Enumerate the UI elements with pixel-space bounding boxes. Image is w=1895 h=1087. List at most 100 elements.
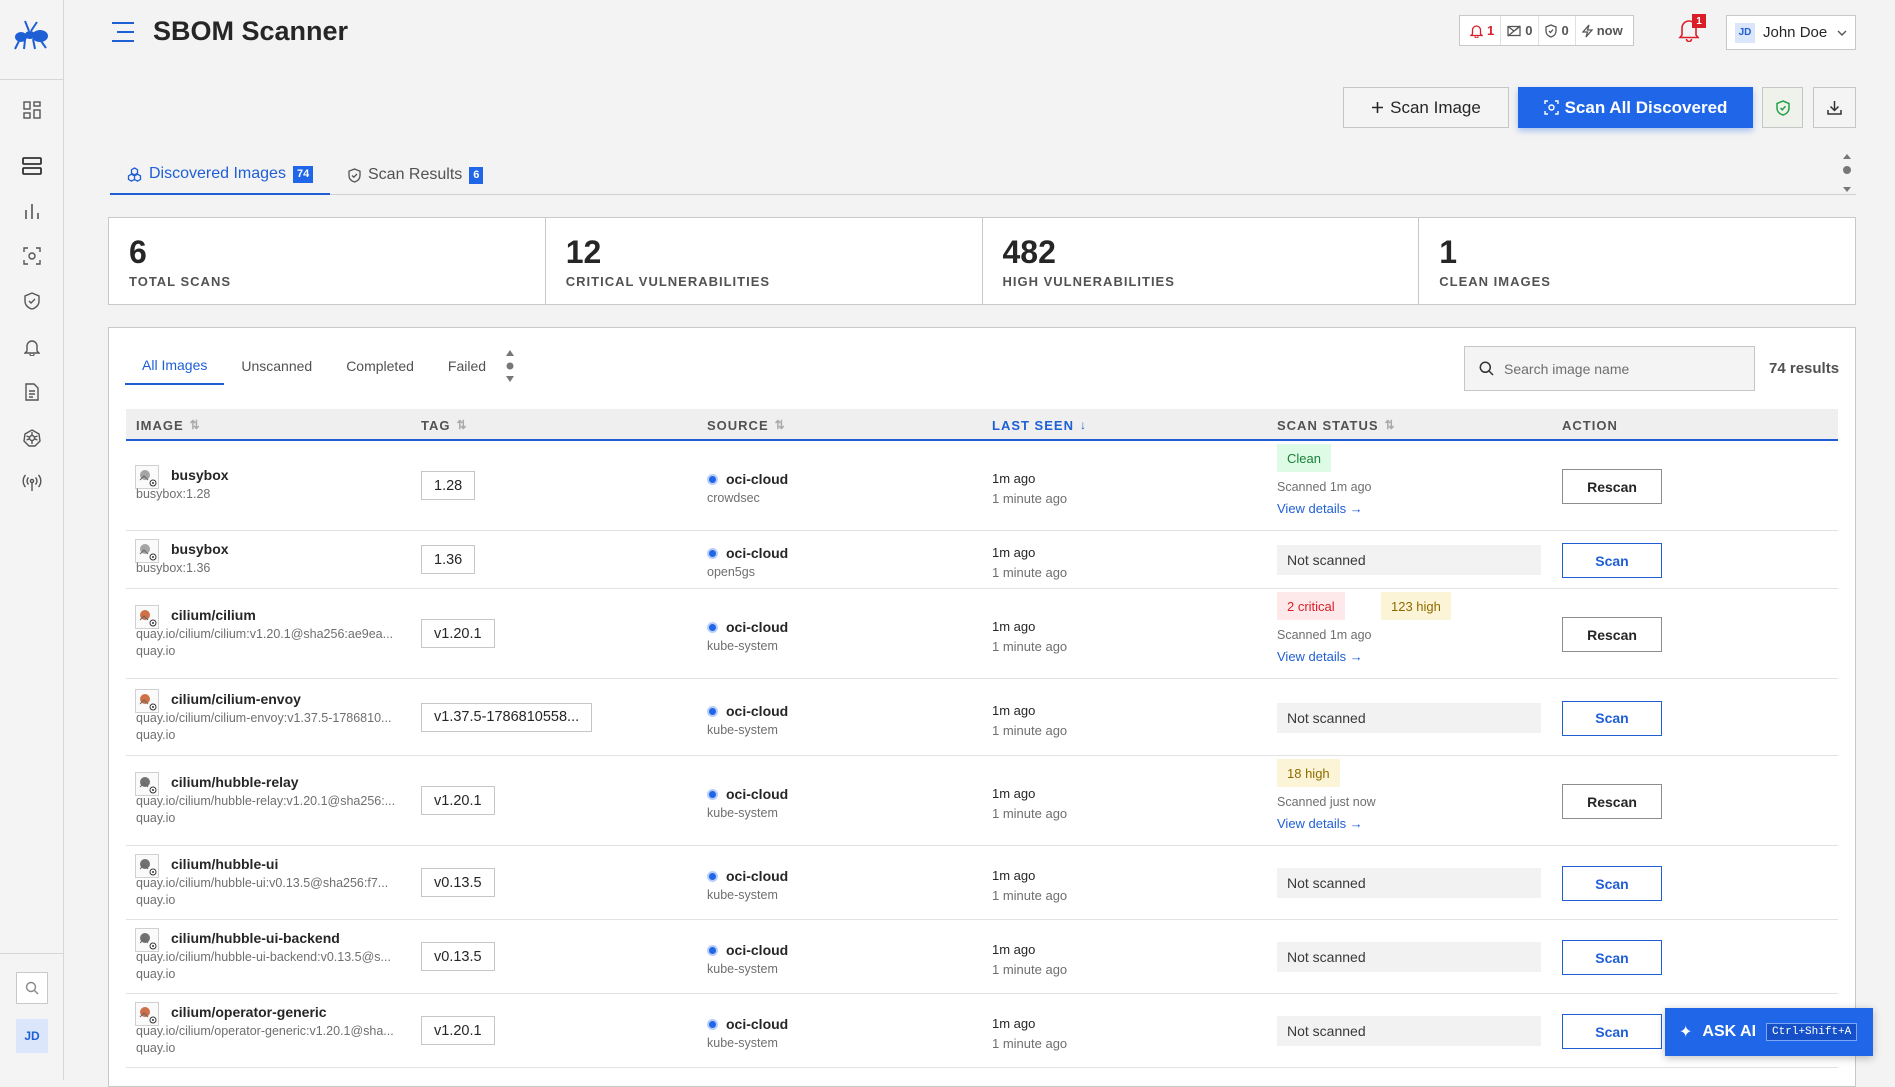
arrow-right-icon: → — [1349, 501, 1363, 516]
scan-button[interactable]: Scan — [1562, 543, 1662, 578]
image-icon — [135, 688, 159, 713]
servers-icon[interactable] — [20, 154, 44, 178]
image-icon — [135, 772, 159, 796]
menu-toggle-icon[interactable] — [111, 21, 135, 43]
sidebar-avatar[interactable]: JD — [16, 1019, 48, 1053]
filter-all-images[interactable]: All Images — [125, 347, 225, 385]
arrow-right-icon: → — [1349, 649, 1363, 664]
image-reference: busybox:1.36 — [136, 561, 211, 575]
rescan-button[interactable]: Rescan — [1562, 617, 1662, 652]
app-logo[interactable] — [12, 14, 52, 54]
bell-icon[interactable] — [20, 335, 44, 359]
sort-icon: ⇅ — [456, 418, 467, 432]
security-policy-button[interactable] — [1762, 87, 1803, 128]
last-seen-relative: 1m ago — [992, 702, 1036, 718]
sync-status[interactable]: now — [1576, 16, 1629, 45]
last-seen-relative: 1m ago — [992, 1016, 1036, 1031]
source-name: oci-cloud — [726, 471, 789, 487]
column-header-scan-status[interactable]: SCAN STATUS ⇅ — [1277, 409, 1395, 441]
image-name: cilium/operator-generic — [171, 1004, 327, 1020]
last-seen-relative: 1m ago — [992, 942, 1036, 957]
scan-status-not-scanned: Not scanned — [1277, 702, 1541, 733]
column-header-image[interactable]: IMAGE ⇅ — [136, 409, 200, 441]
scan-button[interactable]: Scan — [1562, 940, 1662, 975]
rescan-button[interactable]: Rescan — [1562, 784, 1662, 819]
image-name: busybox — [171, 467, 229, 483]
stat-total-scans: 6 TOTAL SCANS — [109, 218, 546, 304]
broadcast-icon[interactable] — [20, 471, 44, 495]
results-count: 74 results — [1769, 360, 1840, 377]
sidebar-search-button[interactable] — [16, 972, 48, 1004]
source-namespace: kube-system — [707, 639, 778, 653]
ask-ai-button[interactable]: ✦ ASK AI Ctrl+Shift+A — [1665, 1008, 1873, 1056]
sidebar-divider — [0, 79, 64, 80]
tab-discovered-images[interactable]: Discovered Images 74 — [110, 155, 330, 195]
dashboard-icon[interactable] — [20, 98, 44, 122]
source-namespace: kube-system — [707, 888, 778, 902]
shield-icon — [348, 167, 361, 183]
scan-status-not-scanned: Not scanned — [1277, 1016, 1541, 1046]
filter-completed[interactable]: Completed — [329, 347, 431, 385]
ant-logo-icon — [14, 20, 48, 50]
scan-button[interactable]: Scan — [1562, 1014, 1662, 1049]
column-header-source[interactable]: SOURCE ⇅ — [707, 409, 785, 441]
source-status-icon — [707, 474, 718, 485]
last-seen-full: 1 minute ago — [992, 639, 1068, 654]
document-icon[interactable] — [20, 380, 44, 404]
shield-status[interactable]: 0 — [1539, 16, 1576, 45]
source-status-icon — [707, 1019, 718, 1030]
filter-unscanned[interactable]: Unscanned — [224, 347, 329, 385]
image-icon — [135, 539, 159, 563]
tab-count-badge: 6 — [469, 166, 484, 184]
tab-scan-results[interactable]: Scan Results 6 — [348, 155, 484, 195]
image-icon — [135, 605, 159, 629]
filter-tabs: All Images Unscanned Completed Failed — [125, 347, 503, 385]
rescan-button[interactable]: Rescan — [1562, 469, 1662, 504]
scan-button[interactable]: Scan — [1562, 700, 1662, 736]
stat-critical-vulnerabilities: 12 CRITICAL VULNERABILITIES — [546, 218, 983, 304]
status-badge: 2 critical — [1277, 592, 1345, 620]
status-badge: 18 high — [1277, 759, 1340, 787]
view-details-link[interactable]: View details → — [1277, 649, 1363, 664]
shield-icon — [1545, 23, 1558, 38]
scanned-time: Scanned just now — [1277, 795, 1376, 809]
source-namespace: kube-system — [707, 962, 778, 976]
chevron-down-icon — [1837, 30, 1847, 36]
image-name: cilium/hubble-relay — [171, 774, 299, 790]
kubernetes-icon[interactable] — [20, 426, 44, 450]
user-name: John Doe — [1763, 24, 1828, 41]
scan-button[interactable]: Scan — [1562, 866, 1662, 901]
source-status-icon — [707, 871, 718, 882]
messages-status[interactable]: 0 — [1501, 16, 1540, 45]
user-menu[interactable]: JD John Doe — [1726, 15, 1856, 50]
chart-icon[interactable] — [20, 199, 44, 223]
source-name: oci-cloud — [726, 942, 789, 958]
scan-all-discovered-button[interactable]: Scan All Discovered — [1518, 87, 1753, 128]
last-seen-full: 1 minute ago — [992, 962, 1068, 977]
view-details-link[interactable]: View details → — [1277, 501, 1363, 516]
scan-image-button[interactable]: Scan Image — [1343, 87, 1509, 128]
view-details-link[interactable]: View details → — [1277, 816, 1363, 831]
source-status-icon — [707, 705, 718, 717]
scan-icon[interactable] — [20, 244, 44, 268]
shield-icon[interactable] — [20, 289, 44, 313]
column-header-tag[interactable]: TAG ⇅ — [421, 409, 467, 441]
download-button[interactable] — [1813, 87, 1856, 128]
image-reference: quay.io/cilium/hubble-ui-backend:v0.13.5… — [136, 950, 391, 964]
search-field[interactable] — [1504, 360, 1734, 377]
alerts-status[interactable]: 1 — [1464, 16, 1502, 45]
last-seen-full: 1 minute ago — [992, 1036, 1068, 1051]
last-seen-full: 1 minute ago — [992, 888, 1068, 903]
tabs-scroll-indicator[interactable] — [1842, 153, 1852, 193]
last-seen-full: 1 minute ago — [992, 806, 1068, 821]
tag-value: v1.37.5-1786810558... — [421, 702, 593, 732]
scan-status-not-scanned: Not scanned — [1277, 868, 1541, 898]
cubes-icon — [127, 166, 142, 182]
search-icon — [1479, 361, 1494, 376]
table-row: cilium/hubble-ui-backend quay.io/cilium/h… — [126, 920, 1838, 994]
filter-scroll-indicator[interactable] — [503, 347, 517, 385]
search-input[interactable] — [1464, 346, 1755, 391]
column-header-last-seen[interactable]: LAST SEEN ↓ — [992, 409, 1086, 441]
source-status-icon — [707, 789, 718, 800]
filter-failed[interactable]: Failed — [431, 347, 503, 385]
